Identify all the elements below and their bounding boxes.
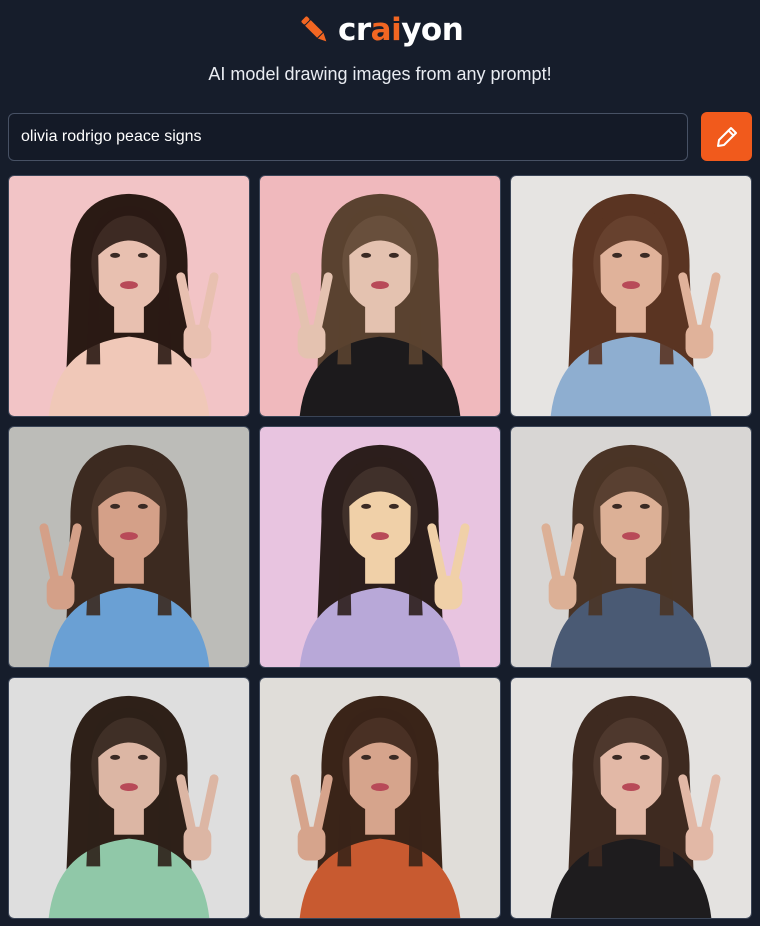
prompt-input[interactable] <box>8 113 688 161</box>
image-content <box>260 678 500 918</box>
image-gallery <box>8 175 752 919</box>
image-content <box>511 176 751 416</box>
draw-button[interactable] <box>701 112 752 161</box>
image-content <box>260 427 500 667</box>
generated-image[interactable] <box>510 677 752 919</box>
image-content <box>9 427 249 667</box>
generated-image[interactable] <box>259 426 501 668</box>
image-content <box>260 176 500 416</box>
logo-text-yon: yon <box>401 12 464 48</box>
generated-image[interactable] <box>259 175 501 417</box>
header: craiyon AI model drawing images from any… <box>0 0 760 110</box>
generated-image[interactable] <box>8 677 250 919</box>
image-content <box>511 678 751 918</box>
image-content <box>9 176 249 416</box>
logo-text-cr: cr <box>338 12 371 48</box>
tagline: AI model drawing images from any prompt! <box>208 64 552 84</box>
logo-text-ai: ai <box>370 12 402 48</box>
logo-text: craiyon <box>338 12 464 48</box>
pencil-icon <box>301 16 327 42</box>
pencil-icon <box>716 126 737 147</box>
generated-image[interactable] <box>8 175 250 417</box>
image-content <box>511 427 751 667</box>
image-content <box>9 678 249 918</box>
generated-image[interactable] <box>259 677 501 919</box>
generated-image[interactable] <box>510 175 752 417</box>
generated-image[interactable] <box>8 426 250 668</box>
craiyon-logo[interactable]: craiyon <box>298 10 464 50</box>
generated-image[interactable] <box>510 426 752 668</box>
